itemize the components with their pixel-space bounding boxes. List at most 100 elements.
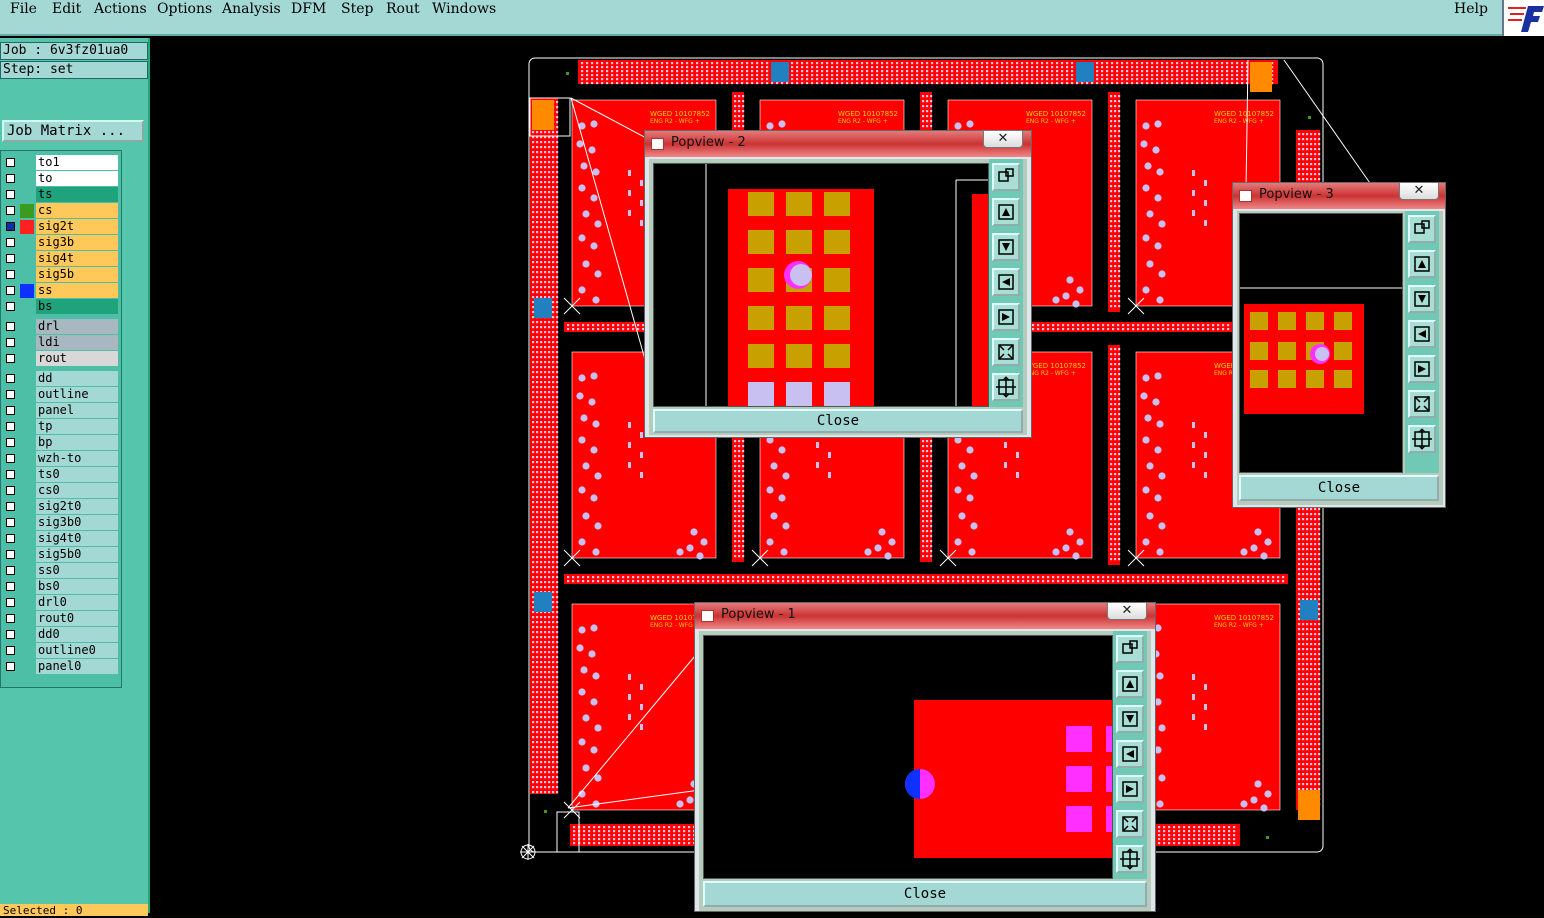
close-icon[interactable]: ✕ (1399, 182, 1439, 200)
layer-row-sig4t[interactable]: sig4t (1, 251, 121, 267)
layer-checkbox[interactable] (6, 238, 15, 247)
layer-row-dd0[interactable]: dd0 (1, 627, 121, 643)
pan-down-button[interactable] (1408, 285, 1436, 313)
layer-checkbox[interactable] (6, 438, 15, 447)
layer-checkbox[interactable] (6, 158, 15, 167)
layer-row-tp[interactable]: tp (1, 419, 121, 435)
menu-windows[interactable]: Windows (432, 1, 496, 17)
zoom-out-button[interactable] (1408, 425, 1436, 453)
layer-checkbox[interactable] (6, 302, 15, 311)
layer-row-sig3b[interactable]: sig3b (1, 235, 121, 251)
popview-1-close-button[interactable]: Close (703, 881, 1147, 907)
menu-actions[interactable]: Actions (94, 1, 147, 17)
pan-up-button[interactable] (1408, 250, 1436, 278)
layer-row-sig2t[interactable]: sig2t (1, 219, 121, 235)
layer-row-drl0[interactable]: drl0 (1, 595, 121, 611)
popview-2-titlebar[interactable]: Popview - 2 (645, 131, 1031, 157)
pan-left-button[interactable] (1408, 320, 1436, 348)
layer-row-ts[interactable]: ts (1, 187, 121, 203)
layer-checkbox[interactable] (6, 390, 15, 399)
layer-row-bp[interactable]: bp (1, 435, 121, 451)
zoom-out-button[interactable] (992, 373, 1020, 401)
layer-row-sig4t0[interactable]: sig4t0 (1, 531, 121, 547)
layer-row-rout[interactable]: rout (1, 351, 121, 367)
layer-row-to1[interactable]: to1 (1, 155, 121, 171)
layer-checkbox[interactable] (6, 550, 15, 559)
layer-row-panel[interactable]: panel (1, 403, 121, 419)
layer-checkbox[interactable] (6, 662, 15, 671)
layer-row-bs0[interactable]: bs0 (1, 579, 121, 595)
popview-1-titlebar[interactable]: Popview - 1 (695, 603, 1155, 629)
popview-1-view[interactable] (703, 635, 1113, 879)
layer-row-ldi[interactable]: ldi (1, 335, 121, 351)
pan-right-button[interactable] (1408, 355, 1436, 383)
layer-row-drl[interactable]: drl (1, 319, 121, 335)
layer-checkbox[interactable] (6, 470, 15, 479)
layer-checkbox[interactable] (6, 270, 15, 279)
pan-right-button[interactable] (992, 303, 1020, 331)
layer-row-to[interactable]: to (1, 171, 121, 187)
layer-checkbox[interactable] (6, 190, 15, 199)
layer-row-cs[interactable]: cs (1, 203, 121, 219)
layer-checkbox[interactable] (6, 322, 15, 331)
layer-row-sig3b0[interactable]: sig3b0 (1, 515, 121, 531)
layer-checkbox[interactable] (6, 422, 15, 431)
layer-row-rout0[interactable]: rout0 (1, 611, 121, 627)
layer-checkbox[interactable] (6, 566, 15, 575)
menu-options[interactable]: Options (157, 1, 212, 17)
layer-checkbox[interactable] (6, 406, 15, 415)
layer-row-outline0[interactable]: outline0 (1, 643, 121, 659)
layer-checkbox[interactable] (6, 646, 15, 655)
layer-row-sig2t0[interactable]: sig2t0 (1, 499, 121, 515)
layer-checkbox[interactable] (6, 518, 15, 527)
layer-row-panel0[interactable]: panel0 (1, 659, 121, 675)
layer-row-ss0[interactable]: ss0 (1, 563, 121, 579)
layer-checkbox[interactable] (6, 598, 15, 607)
pan-up-button[interactable] (992, 198, 1020, 226)
layer-checkbox[interactable] (6, 286, 15, 295)
zoom-out-button[interactable] (1116, 845, 1144, 873)
zoom-in-button[interactable] (992, 338, 1020, 366)
zoom-fit-button[interactable] (992, 163, 1020, 191)
layer-checkbox[interactable] (6, 338, 15, 347)
popview-2-close-button[interactable]: Close (653, 409, 1023, 433)
menu-rout[interactable]: Rout (386, 1, 420, 17)
layer-checkbox[interactable] (6, 454, 15, 463)
menu-step[interactable]: Step (341, 1, 373, 17)
zoom-in-button[interactable] (1408, 390, 1436, 418)
layer-checkbox[interactable] (6, 502, 15, 511)
layer-checkbox[interactable] (6, 206, 15, 215)
popview-3-view[interactable] (1239, 213, 1403, 473)
layer-checkbox[interactable] (6, 486, 15, 495)
layer-row-outline[interactable]: outline (1, 387, 121, 403)
zoom-fit-button[interactable] (1408, 215, 1436, 243)
close-icon[interactable]: ✕ (983, 130, 1023, 148)
layer-checkbox[interactable] (6, 630, 15, 639)
popview-2-view[interactable] (653, 163, 989, 407)
layer-row-ss[interactable]: ss (1, 283, 121, 299)
menu-edit[interactable]: Edit (52, 1, 81, 17)
menu-file[interactable]: File (10, 1, 37, 17)
layer-checkbox[interactable] (6, 374, 15, 383)
pan-up-button[interactable] (1116, 670, 1144, 698)
layer-row-cs0[interactable]: cs0 (1, 483, 121, 499)
pan-down-button[interactable] (992, 233, 1020, 261)
layer-checkbox[interactable] (6, 614, 15, 623)
layer-row-sig5b0[interactable]: sig5b0 (1, 547, 121, 563)
layer-row-bs[interactable]: bs (1, 299, 121, 315)
menu-dfm[interactable]: DFM (291, 1, 326, 17)
pan-left-button[interactable] (992, 268, 1020, 296)
zoom-in-button[interactable] (1116, 810, 1144, 838)
layer-checkbox[interactable] (6, 534, 15, 543)
layer-row-ts0[interactable]: ts0 (1, 467, 121, 483)
pan-left-button[interactable] (1116, 740, 1144, 768)
layer-checkbox[interactable] (6, 254, 15, 263)
layer-checkbox[interactable] (6, 582, 15, 591)
layer-row-wzh-to[interactable]: wzh-to (1, 451, 121, 467)
job-matrix-button[interactable]: Job Matrix ... (2, 120, 144, 142)
layer-row-dd[interactable]: dd (1, 371, 121, 387)
pan-down-button[interactable] (1116, 705, 1144, 733)
popview-3-close-button[interactable]: Close (1239, 475, 1439, 501)
pan-right-button[interactable] (1116, 775, 1144, 803)
zoom-fit-button[interactable] (1116, 635, 1144, 663)
